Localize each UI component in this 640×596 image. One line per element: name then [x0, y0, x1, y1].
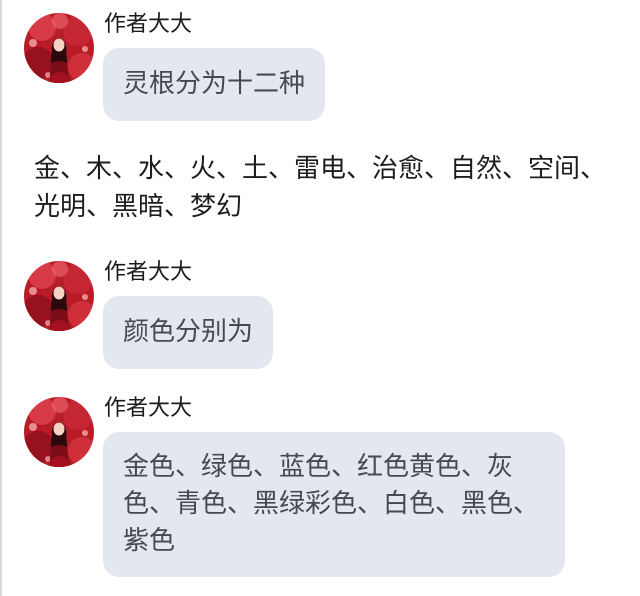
message-bubble[interactable]: 灵根分为十二种 [103, 48, 326, 121]
avatar[interactable] [24, 261, 94, 331]
avatar[interactable] [24, 13, 94, 83]
avatar[interactable] [24, 397, 94, 467]
message-bubble[interactable]: 金色、绿色、蓝色、红色黄色、灰色、青色、黑绿彩色、白色、黑色、紫色 [103, 432, 565, 577]
left-border [0, 0, 2, 596]
author-name: 作者大大 [104, 12, 193, 37]
paragraph-text: 金、木、水、火、土、雷电、治愈、自然、空间、光明、黑暗、梦幻 [34, 154, 607, 222]
author-name: 作者大大 [104, 396, 193, 421]
chat-page: 作者大大 灵根分为十二种 金、木、水、火、土、雷电、治愈、自然、空间、光明、黑暗… [0, 0, 640, 596]
message-bubble[interactable]: 颜色分别为 [103, 296, 274, 369]
author-name: 作者大大 [104, 260, 193, 285]
